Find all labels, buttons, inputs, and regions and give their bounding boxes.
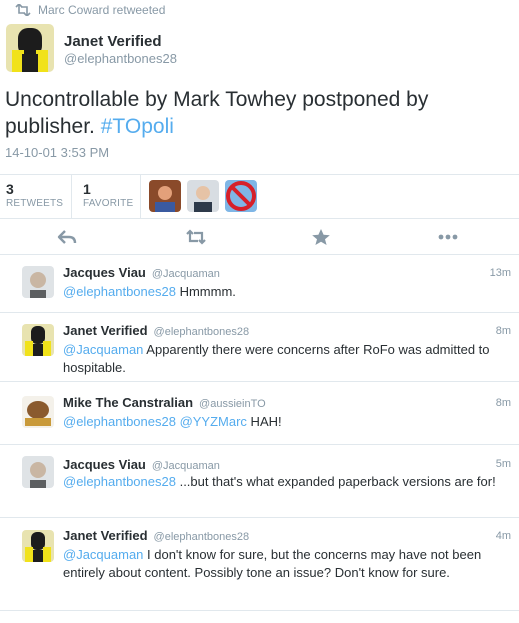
divider [0,174,519,175]
reply-avatar[interactable] [22,530,54,562]
reply-avatar[interactable] [22,456,54,488]
reply-author-name[interactable]: Jacques Viau [63,457,146,472]
author-name[interactable]: Janet Verified [64,33,162,50]
reply-time[interactable]: 8m [496,325,511,337]
reply-author-handle[interactable]: @aussieinTO [199,398,266,410]
favoriter-avatar[interactable] [149,180,181,212]
reply-author-name[interactable]: Janet Verified [63,528,148,543]
reply-tweet[interactable]: Janet Verified @elephantbones28 8m @Jacqu… [0,313,519,381]
more-icon[interactable] [437,228,459,246]
reply-body: ...but that's what expanded paperback ve… [175,474,496,489]
hashtag-link[interactable]: #TOpoli [101,115,174,138]
reply-author-handle[interactable]: @elephantbones28 [154,531,250,543]
mention-link[interactable]: @Jacquaman [63,342,143,357]
favoriter-avatar[interactable] [187,180,219,212]
reply-text: @Jacquaman I don't know for sure, but th… [63,546,511,582]
reply-author[interactable]: Mike The Canstralian @aussieinTO [63,395,266,410]
retweets-count[interactable]: 3 [6,181,14,197]
reply-time[interactable]: 13m [490,267,511,279]
reply-body: HAH! [246,414,282,429]
divider [71,174,72,218]
retweet-icon[interactable] [185,228,207,246]
tweet-text: Uncontrollable by Mark Towhey postponed … [5,86,510,140]
mention-link[interactable]: @elephantbones28 @YYZMarc [63,414,247,429]
reply-time[interactable]: 4m [496,530,511,542]
reply-author-handle[interactable]: @elephantbones28 [154,326,250,338]
reply-avatar[interactable] [22,324,54,356]
reply-avatar[interactable] [22,396,54,428]
tweet-body: Uncontrollable by Mark Towhey postponed … [5,88,429,138]
mention-link[interactable]: @elephantbones28 [63,474,176,489]
reply-text: @Jacquaman Apparently there were concern… [63,341,511,377]
favorites-count[interactable]: 1 [83,181,91,197]
retweet-banner-icon [15,4,31,16]
reply-author-name[interactable]: Janet Verified [63,323,148,338]
reply-text: @elephantbones28 Hmmmm. [63,283,511,301]
divider [0,610,519,611]
retweets-label[interactable]: RETWEETS [6,198,63,209]
reply-author-handle[interactable]: @Jacquaman [152,460,220,472]
divider [140,174,141,218]
reply-time[interactable]: 5m [496,458,511,470]
mention-link[interactable]: @elephantbones28 [63,284,176,299]
reply-author-name[interactable]: Jacques Viau [63,265,146,280]
tweet-timestamp[interactable]: 14-10-01 3:53 PM [5,145,109,160]
reply-text: @elephantbones28 ...but that's what expa… [63,473,511,491]
favorites-label[interactable]: FAVORITE [83,198,133,209]
favoriter-avatar[interactable] [225,180,257,212]
reply-tweet[interactable]: Jacques Viau @Jacquaman 13m @elephantbone… [0,255,519,312]
retweet-banner-text: Marc Coward retweeted [38,3,166,17]
reply-body: Hmmmm. [175,284,236,299]
reply-icon[interactable] [56,228,78,246]
reply-author[interactable]: Janet Verified @elephantbones28 [63,528,249,543]
reply-author-name[interactable]: Mike The Canstralian [63,395,193,410]
author-avatar[interactable] [6,24,54,72]
reply-author[interactable]: Jacques Viau @Jacquaman [63,457,220,472]
reply-tweet[interactable]: Janet Verified @elephantbones28 4m @Jacqu… [0,518,519,610]
mention-link[interactable]: @Jacquaman [63,547,143,562]
reply-time[interactable]: 8m [496,397,511,409]
reply-author-handle[interactable]: @Jacquaman [152,268,220,280]
reply-author[interactable]: Jacques Viau @Jacquaman [63,265,220,280]
reply-text: @elephantbones28 @YYZMarc HAH! [63,413,511,431]
reply-author[interactable]: Janet Verified @elephantbones28 [63,323,249,338]
reply-tweet[interactable]: Mike The Canstralian @aussieinTO 8m @elep… [0,382,519,444]
divider [0,218,519,219]
star-icon[interactable] [310,228,332,246]
reply-avatar[interactable] [22,266,54,298]
author-handle[interactable]: @elephantbones28 [64,51,177,66]
reply-tweet[interactable]: Jacques Viau @Jacquaman 5m @elephantbones… [0,445,519,517]
